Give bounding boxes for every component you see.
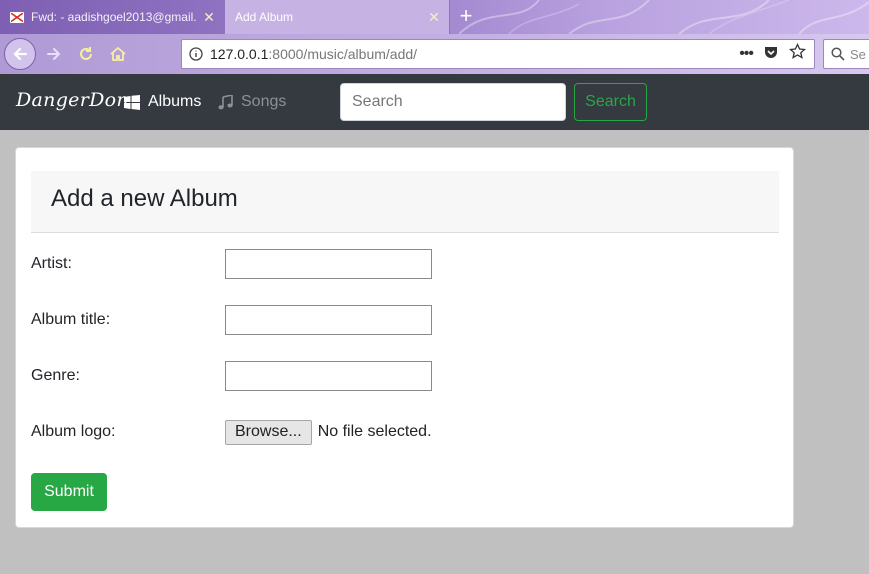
nav-songs[interactable]: Songs bbox=[218, 93, 286, 111]
browser-toolbar: 127.0.0.1:8000/music/album/add/ ••• Se bbox=[0, 34, 869, 74]
url-path: :8000/music/album/add/ bbox=[268, 46, 418, 62]
back-icon[interactable] bbox=[4, 38, 36, 70]
more-actions-icon[interactable]: ••• bbox=[739, 45, 754, 63]
brand-logo[interactable]: DangerDon bbox=[16, 89, 129, 111]
home-icon[interactable] bbox=[102, 38, 134, 70]
album-title-label: Album title: bbox=[31, 311, 111, 328]
bookmark-star-icon[interactable] bbox=[788, 42, 807, 65]
pocket-icon[interactable] bbox=[763, 44, 779, 65]
browser-tab-strip: Fwd: - aadishgoel2013@gmail. ✕ Add Album… bbox=[0, 0, 869, 34]
search-icon bbox=[831, 47, 845, 61]
browser-search-placeholder: Se bbox=[850, 46, 866, 62]
tab-add-album[interactable]: Add Album ✕ bbox=[224, 0, 450, 34]
genre-input[interactable] bbox=[225, 361, 432, 391]
card-header: Add a new Album bbox=[31, 171, 779, 233]
site-navbar: DangerDon Albums Songs Search bbox=[0, 74, 869, 130]
nav-albums-label: Albums bbox=[148, 93, 202, 110]
info-icon[interactable] bbox=[182, 47, 210, 61]
url-host: 127.0.0.1 bbox=[210, 46, 269, 62]
tab-label: Add Album bbox=[235, 10, 294, 24]
theme-decoration bbox=[458, 0, 869, 34]
url-bar[interactable]: 127.0.0.1:8000/music/album/add/ ••• bbox=[181, 39, 815, 69]
gmail-icon bbox=[10, 11, 24, 23]
search-button[interactable]: Search bbox=[574, 83, 647, 121]
close-icon[interactable]: ✕ bbox=[198, 9, 220, 26]
artist-row: Artist: bbox=[31, 249, 432, 279]
browser-search-box[interactable]: Se bbox=[823, 39, 869, 69]
genre-label: Genre: bbox=[31, 367, 80, 384]
artist-input[interactable] bbox=[225, 249, 432, 279]
album-title-row: Album title: bbox=[31, 305, 432, 335]
close-icon[interactable]: ✕ bbox=[423, 9, 445, 26]
windows-icon bbox=[124, 94, 140, 110]
page-title: Add a new Album bbox=[51, 185, 238, 212]
add-album-card: Add a new Album Artist: Album title: Gen… bbox=[15, 147, 794, 528]
artist-label: Artist: bbox=[31, 255, 72, 272]
forward-icon[interactable] bbox=[38, 38, 70, 70]
url-text: 127.0.0.1:8000/music/album/add/ bbox=[210, 46, 739, 62]
album-title-input[interactable] bbox=[225, 305, 432, 335]
tab-label: Fwd: - aadishgoel2013@gmail. bbox=[31, 10, 197, 24]
submit-button[interactable]: Submit bbox=[31, 473, 107, 511]
genre-row: Genre: bbox=[31, 361, 432, 391]
file-status: No file selected. bbox=[317, 423, 432, 440]
site-search-input[interactable] bbox=[340, 83, 566, 121]
album-logo-row: Album logo: Browse... No file selected. bbox=[31, 417, 432, 447]
album-logo-label: Album logo: bbox=[31, 423, 116, 440]
nav-songs-label: Songs bbox=[241, 93, 287, 110]
reload-icon[interactable] bbox=[70, 38, 102, 70]
new-tab-icon[interactable]: + bbox=[455, 3, 477, 29]
browse-button[interactable]: Browse... bbox=[225, 419, 312, 445]
music-note-icon bbox=[218, 94, 233, 109]
nav-albums[interactable]: Albums bbox=[124, 93, 201, 111]
tab-gmail[interactable]: Fwd: - aadishgoel2013@gmail. ✕ bbox=[0, 0, 224, 34]
